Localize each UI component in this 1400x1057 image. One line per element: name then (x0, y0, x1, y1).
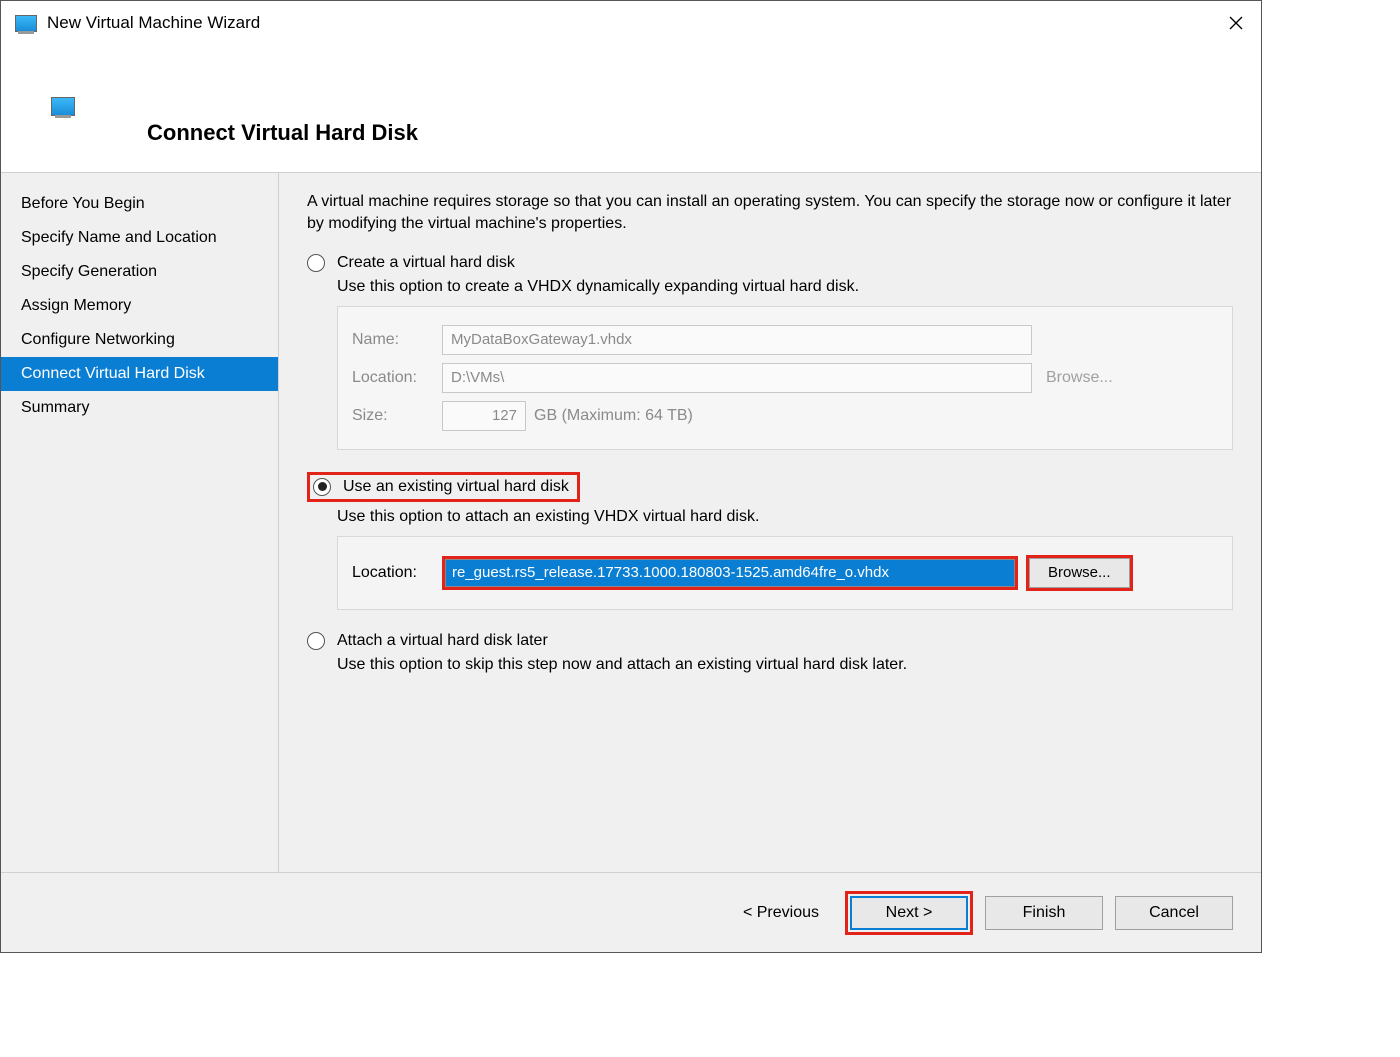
create-size-unit: GB (Maximum: 64 TB) (534, 407, 693, 425)
option-existing-desc: Use this option to attach an existing VH… (337, 508, 1233, 526)
previous-button[interactable]: < Previous (729, 904, 833, 922)
create-name-label: Name: (352, 331, 442, 349)
step-summary[interactable]: Summary (1, 391, 278, 425)
highlight-next-button: Next > (845, 891, 973, 935)
existing-browse-button[interactable]: Browse... (1029, 558, 1130, 588)
highlight-browse-button: Browse... (1026, 555, 1133, 591)
option-later-desc: Use this option to skip this step now an… (337, 656, 1233, 674)
existing-location-label: Location: (352, 564, 442, 582)
create-location-label: Location: (352, 369, 442, 387)
option-create-desc: Use this option to create a VHDX dynamic… (337, 278, 1233, 296)
step-before-you-begin[interactable]: Before You Begin (1, 187, 278, 221)
wizard-steps-sidebar: Before You Begin Specify Name and Locati… (1, 173, 279, 872)
close-icon (1229, 16, 1243, 30)
highlight-location-input (442, 556, 1018, 590)
app-icon (15, 15, 37, 32)
create-browse-button: Browse... (1046, 369, 1113, 387)
step-configure-networking[interactable]: Configure Networking (1, 323, 278, 357)
page-header: Connect Virtual Hard Disk (1, 45, 1261, 173)
create-location-input (442, 363, 1032, 393)
main-panel: A virtual machine requires storage so th… (279, 173, 1261, 872)
create-panel: Name: Location: Browse... Size: GB (Maxi… (337, 306, 1233, 450)
finish-button[interactable]: Finish (985, 896, 1103, 930)
intro-text: A virtual machine requires storage so th… (307, 191, 1233, 236)
title-bar: New Virtual Machine Wizard (1, 1, 1261, 45)
radio-later[interactable] (307, 632, 325, 650)
content-area: Before You Begin Specify Name and Locati… (1, 173, 1261, 872)
create-name-input (442, 325, 1032, 355)
option-later-row: Attach a virtual hard disk later (307, 632, 1233, 650)
step-connect-virtual-hard-disk[interactable]: Connect Virtual Hard Disk (1, 357, 278, 391)
highlight-option-existing: Use an existing virtual hard disk (307, 472, 580, 502)
next-button[interactable]: Next > (850, 896, 968, 930)
radio-create[interactable] (307, 254, 325, 272)
radio-existing[interactable] (313, 478, 331, 496)
close-button[interactable] (1211, 1, 1261, 45)
step-specify-generation[interactable]: Specify Generation (1, 255, 278, 289)
option-create-label: Create a virtual hard disk (337, 254, 515, 272)
step-specify-name-location[interactable]: Specify Name and Location (1, 221, 278, 255)
monitor-icon (51, 97, 75, 116)
button-bar: < Previous Next > Finish Cancel (1, 872, 1261, 952)
step-assign-memory[interactable]: Assign Memory (1, 289, 278, 323)
window-title: New Virtual Machine Wizard (47, 13, 260, 33)
create-size-label: Size: (352, 407, 442, 425)
option-later-label: Attach a virtual hard disk later (337, 632, 548, 650)
option-existing-label: Use an existing virtual hard disk (343, 478, 569, 496)
existing-panel: Location: Browse... (337, 536, 1233, 610)
create-size-input (442, 401, 526, 431)
option-create-row: Create a virtual hard disk (307, 254, 1233, 272)
existing-location-input[interactable] (445, 559, 1015, 587)
cancel-button[interactable]: Cancel (1115, 896, 1233, 930)
page-title: Connect Virtual Hard Disk (147, 120, 418, 146)
